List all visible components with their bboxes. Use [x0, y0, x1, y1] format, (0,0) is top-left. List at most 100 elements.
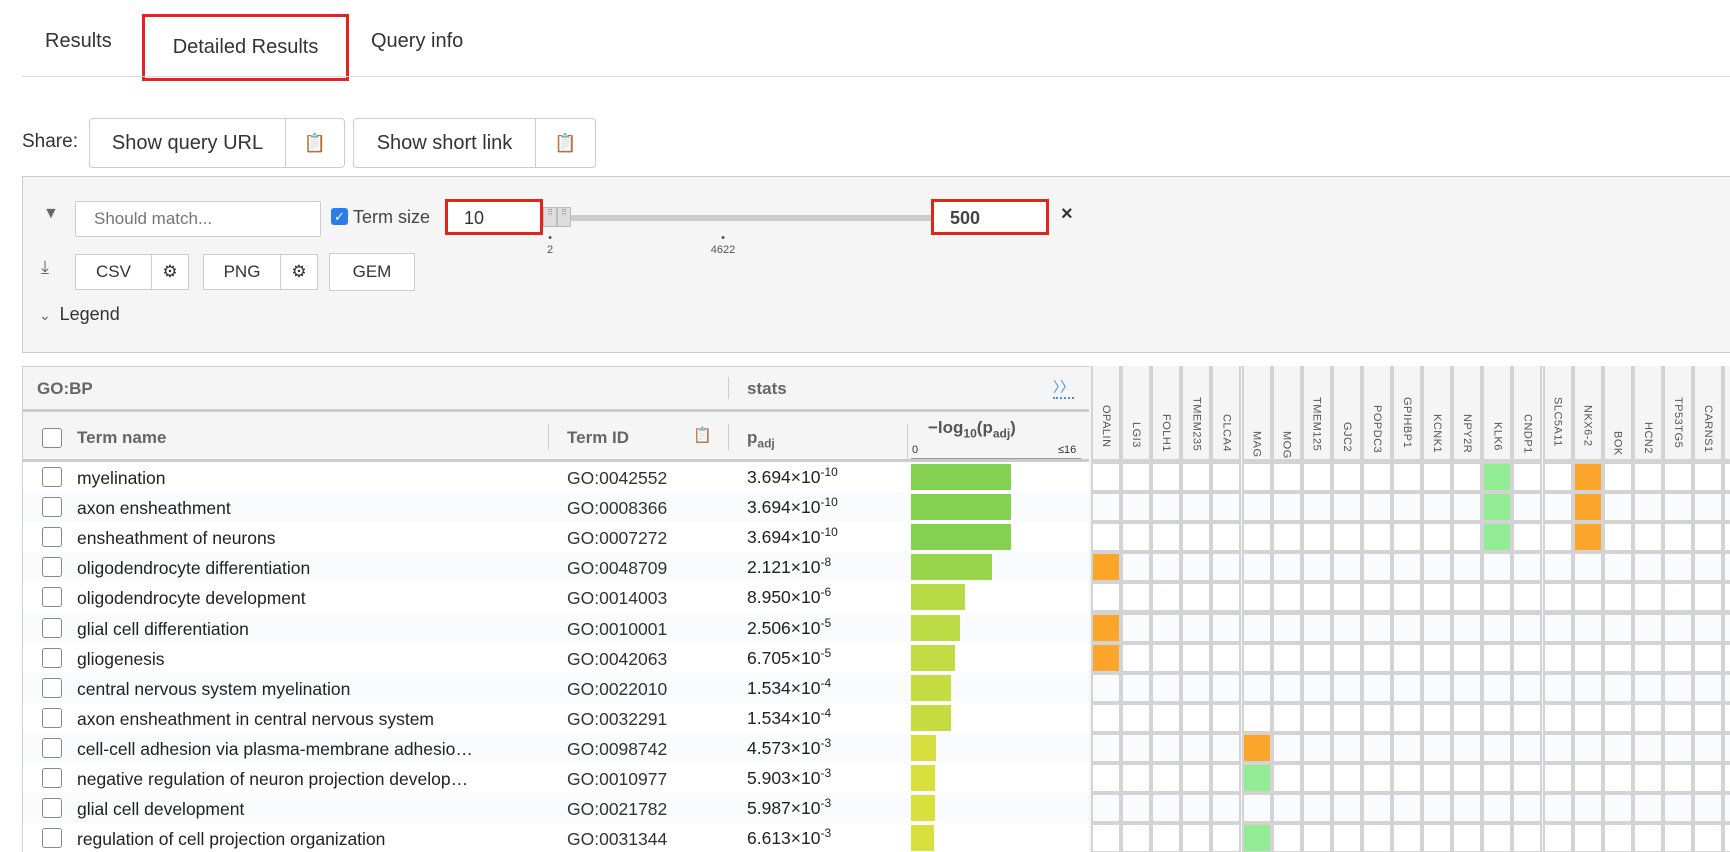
- gene-cell-empty: [1574, 554, 1601, 581]
- row-checkbox[interactable]: [42, 647, 62, 668]
- clear-filter-button[interactable]: ×: [1061, 203, 1073, 226]
- term-name[interactable]: cell-cell adhesion via plasma-membrane a…: [77, 739, 473, 760]
- row-checkbox[interactable]: [42, 527, 62, 548]
- row-checkbox[interactable]: [42, 677, 62, 698]
- gene-cell-orange[interactable]: [1093, 554, 1119, 581]
- col-term-id[interactable]: Term ID: [567, 428, 629, 448]
- gene-cell-orange[interactable]: [1574, 524, 1601, 551]
- term-id[interactable]: GO:0032291: [567, 709, 667, 730]
- legend-toggle[interactable]: ⌄ Legend: [39, 304, 120, 325]
- row-checkbox[interactable]: [42, 798, 62, 819]
- gene-header[interactable]: [1725, 366, 1730, 459]
- csv-settings-button[interactable]: ⚙: [151, 254, 189, 290]
- expand-columns-button[interactable]: 〉〉: [1053, 377, 1074, 399]
- row-checkbox[interactable]: [42, 467, 62, 487]
- gene-cell-green[interactable]: [1484, 524, 1511, 551]
- gene-cell-empty: [1695, 614, 1721, 641]
- row-checkbox[interactable]: [42, 617, 62, 638]
- gene-cell-empty: [1333, 464, 1360, 490]
- gene-cell-empty: [1664, 584, 1691, 611]
- term-name[interactable]: oligodendrocyte differentiation: [77, 558, 310, 579]
- term-id[interactable]: GO:0042063: [567, 649, 667, 670]
- gene-cell-green[interactable]: [1243, 765, 1270, 791]
- row-checkbox[interactable]: [42, 587, 62, 608]
- term-id[interactable]: GO:0010977: [567, 769, 667, 790]
- row-checkbox[interactable]: [42, 557, 62, 578]
- gene-cell-empty: [1333, 734, 1360, 761]
- gene-cell-empty: [1183, 795, 1210, 822]
- term-size-slider-track[interactable]: [563, 215, 947, 221]
- export-png-button[interactable]: PNG: [203, 254, 281, 290]
- gene-cell-green[interactable]: [1484, 464, 1511, 490]
- term-name-filter-input[interactable]: [75, 201, 321, 237]
- copy-short-link-button[interactable]: 📋: [535, 118, 596, 168]
- term-size-checkbox[interactable]: ✓: [331, 208, 348, 225]
- term-id[interactable]: GO:0007272: [567, 528, 667, 549]
- gene-label: TP53TG5: [1671, 396, 1684, 448]
- gene-cell-empty: [1424, 464, 1451, 490]
- copy-query-url-button[interactable]: 📋: [285, 118, 345, 168]
- term-name[interactable]: myelination: [77, 468, 166, 489]
- gene-cell-orange[interactable]: [1574, 464, 1601, 490]
- term-name[interactable]: axon ensheathment in central nervous sys…: [77, 709, 434, 730]
- padj-value: 6.705×10-5: [747, 645, 832, 668]
- gene-cell-empty: [1333, 674, 1360, 701]
- copy-term-ids-icon[interactable]: 📋: [693, 426, 712, 444]
- gene-cell-empty: [1243, 614, 1270, 641]
- term-size-max-input[interactable]: 500: [931, 199, 1049, 235]
- gene-cell-orange[interactable]: [1093, 614, 1119, 641]
- term-id[interactable]: GO:0021782: [567, 799, 667, 820]
- export-gem-button[interactable]: GEM: [329, 253, 415, 291]
- col-term-name[interactable]: Term name: [77, 428, 166, 448]
- term-id[interactable]: GO:0008366: [567, 498, 667, 519]
- gene-cell-empty: [1695, 494, 1721, 521]
- tab-results[interactable]: Results: [45, 30, 112, 53]
- row-checkbox[interactable]: [42, 707, 62, 728]
- term-name[interactable]: glial cell development: [77, 799, 244, 820]
- gene-cell-empty: [1454, 524, 1481, 551]
- term-name[interactable]: ensheathment of neurons: [77, 528, 275, 549]
- slider-min-handle[interactable]: ⠿: [543, 207, 557, 227]
- max-value: 500: [950, 208, 981, 228]
- select-all-checkbox[interactable]: [42, 428, 62, 448]
- term-id[interactable]: GO:0042552: [567, 468, 667, 489]
- term-id[interactable]: GO:0010001: [567, 619, 667, 640]
- gene-cell-empty: [1394, 464, 1420, 490]
- row-checkbox[interactable]: [42, 768, 62, 788]
- png-settings-button[interactable]: ⚙: [280, 254, 318, 290]
- term-name[interactable]: oligodendrocyte development: [77, 588, 306, 609]
- show-short-link-button[interactable]: Show short link: [353, 118, 536, 168]
- term-size-min-input[interactable]: 10: [445, 199, 543, 235]
- gene-cell-green[interactable]: [1243, 825, 1270, 852]
- col-padj[interactable]: padj: [747, 428, 775, 450]
- gene-cell-empty: [1123, 674, 1150, 701]
- tab-query-info[interactable]: Query info: [371, 30, 463, 53]
- row-checkbox[interactable]: [42, 497, 62, 518]
- gene-cell-orange[interactable]: [1093, 644, 1119, 671]
- gene-cell-orange[interactable]: [1574, 494, 1601, 521]
- term-name[interactable]: central nervous system myelination: [77, 679, 350, 700]
- term-name[interactable]: axon ensheathment: [77, 498, 231, 519]
- gene-cell-empty: [1725, 494, 1730, 521]
- term-id[interactable]: GO:0014003: [567, 588, 667, 609]
- gene-cell-empty: [1123, 524, 1150, 551]
- term-id[interactable]: GO:0048709: [567, 558, 667, 579]
- term-name[interactable]: regulation of cell projection organizati…: [77, 829, 385, 850]
- term-id[interactable]: GO:0031344: [567, 829, 667, 850]
- col-neglog-padj[interactable]: −log10(padj): [928, 418, 1016, 440]
- neglog-bar: [911, 554, 993, 581]
- term-name[interactable]: negative regulation of neuron projection…: [77, 769, 468, 790]
- term-id[interactable]: GO:0022010: [567, 679, 667, 700]
- tab-detailed-results[interactable]: Detailed Results: [142, 14, 349, 81]
- gene-cell-orange[interactable]: [1243, 734, 1270, 761]
- term-name[interactable]: gliogenesis: [77, 649, 165, 670]
- gene-cell-empty: [1514, 464, 1541, 490]
- export-csv-button[interactable]: CSV: [75, 254, 152, 290]
- slider-max-handle[interactable]: ⠿: [557, 207, 571, 227]
- show-query-url-button[interactable]: Show query URL: [89, 118, 286, 168]
- row-checkbox[interactable]: [42, 737, 62, 758]
- gene-cell-green[interactable]: [1484, 494, 1511, 521]
- term-id[interactable]: GO:0098742: [567, 739, 667, 760]
- term-name[interactable]: glial cell differentiation: [77, 619, 249, 640]
- row-checkbox[interactable]: [42, 828, 62, 849]
